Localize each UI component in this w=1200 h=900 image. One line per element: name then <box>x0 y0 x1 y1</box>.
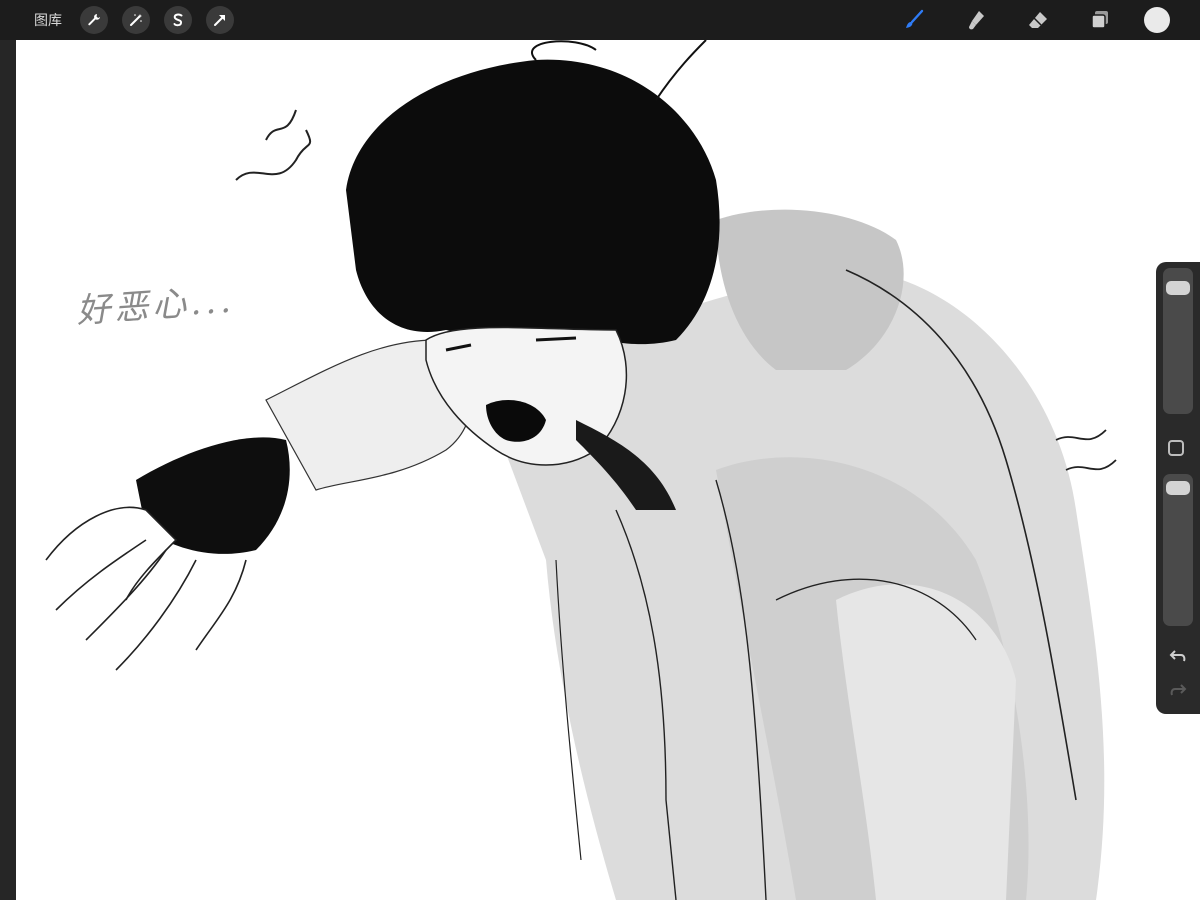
opacity-slider[interactable] <box>1163 474 1193 626</box>
brush-size-knob[interactable] <box>1166 281 1190 296</box>
magic-wand-icon <box>130 14 142 26</box>
undo-icon <box>1169 650 1186 662</box>
brush-sidebar <box>1156 262 1200 714</box>
drawing-canvas[interactable]: 好恶心... <box>16 40 1200 900</box>
brush-tool-button[interactable] <box>896 2 932 38</box>
layers-icon <box>1091 11 1108 29</box>
smudge-tool-button[interactable] <box>958 2 994 38</box>
undo-button[interactable] <box>1166 644 1190 668</box>
transform-button[interactable] <box>206 6 234 34</box>
gallery-button[interactable]: 图库 <box>34 10 62 30</box>
opacity-knob[interactable] <box>1166 480 1190 495</box>
top-toolbar: 图库 <box>0 0 1200 40</box>
color-swatch[interactable] <box>1144 7 1170 33</box>
redo-button[interactable] <box>1166 678 1190 702</box>
transform-arrow-icon <box>214 15 225 26</box>
eraser-icon <box>1029 12 1047 28</box>
wrench-icon <box>88 14 100 26</box>
eraser-tool-button[interactable] <box>1020 2 1056 38</box>
layers-button[interactable] <box>1082 2 1118 38</box>
selection-icon <box>173 13 183 27</box>
brush-icon <box>906 9 924 28</box>
smudge-icon <box>969 11 984 30</box>
actions-button[interactable] <box>80 6 108 34</box>
brush-size-slider[interactable] <box>1163 268 1193 414</box>
adjustments-button[interactable] <box>122 6 150 34</box>
modify-button[interactable] <box>1168 440 1184 456</box>
redo-icon <box>1170 684 1187 696</box>
right-tool-group <box>896 0 1200 40</box>
left-edge-strip <box>0 40 17 900</box>
sketch-artwork <box>45 40 1117 900</box>
selection-button[interactable] <box>164 6 192 34</box>
